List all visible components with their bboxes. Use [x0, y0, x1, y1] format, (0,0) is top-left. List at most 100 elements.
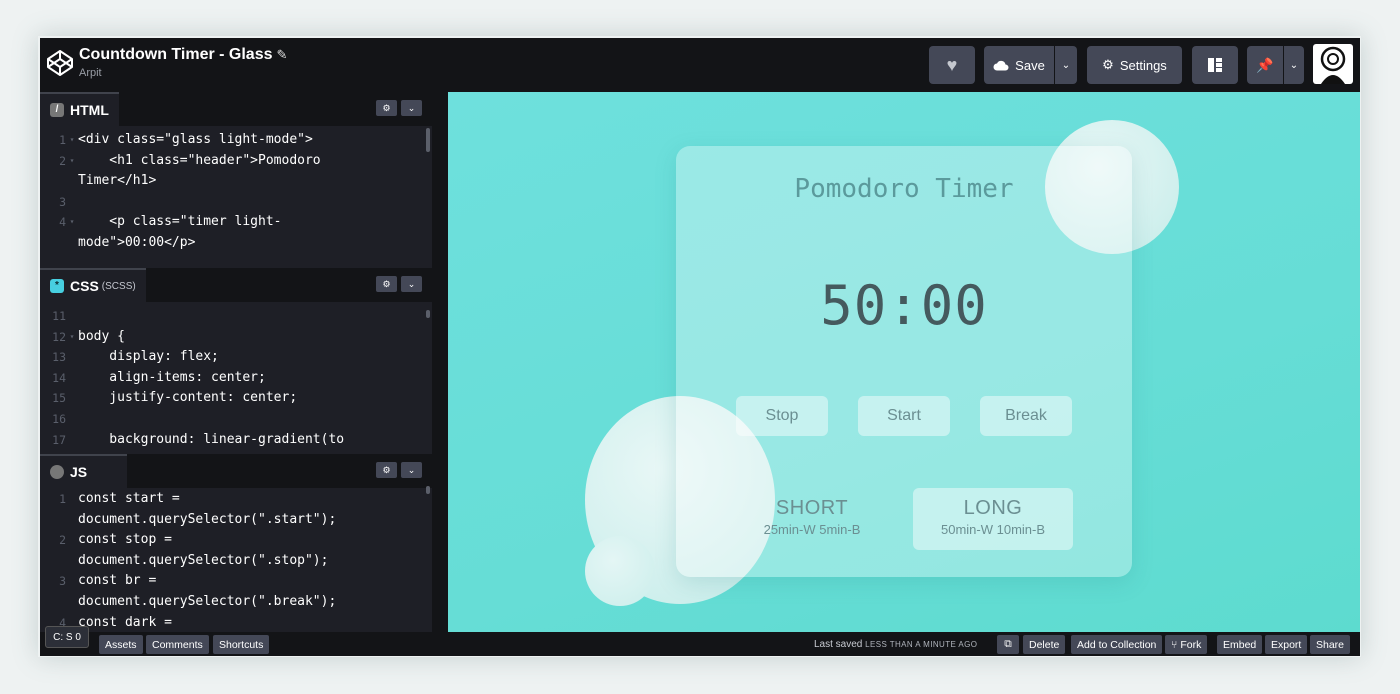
heart-button[interactable]: ♥ — [929, 46, 975, 84]
code-line: 4 ▾ <p class="timer light- — [40, 212, 432, 233]
preview-pane: Pomodoro Timer 50:00 Stop Start Break SH… — [448, 92, 1360, 632]
code-line: 2 const stop = — [40, 530, 432, 551]
gear-icon: ⚙ — [382, 464, 391, 475]
settings-button[interactable]: ⚙ Settings — [1087, 46, 1182, 84]
fold-arrow-icon — [68, 530, 76, 551]
code-line: mode">00:00</p> — [40, 233, 432, 254]
js-pane-header: JS ⚙ ⌄ — [40, 454, 440, 488]
line-number — [40, 233, 68, 254]
chevron-down-icon: ⌄ — [407, 464, 416, 475]
js-scrollbar[interactable] — [426, 486, 430, 494]
change-view-button[interactable] — [1192, 46, 1238, 84]
cloud-icon — [993, 60, 1009, 70]
top-bar: Countdown Timer - Glass ✎ Arpit ♥ Save ⌄ … — [40, 38, 1360, 92]
code-text: background: linear-gradient(to — [78, 431, 345, 447]
last-saved-status: Last saved LESS THAN A MINUTE AGO — [814, 639, 977, 650]
css-tab[interactable]: * CSS (SCSS) — [40, 268, 146, 302]
fold-arrow-icon[interactable]: ▾ — [68, 327, 76, 348]
css-scrollbar[interactable] — [426, 310, 430, 318]
line-number — [40, 510, 68, 531]
code-line: 11 — [40, 306, 432, 327]
chevron-down-icon: ⌄ — [407, 102, 416, 113]
fold-arrow-icon — [68, 192, 76, 213]
shortcuts-button[interactable]: Shortcuts — [213, 635, 270, 654]
console-button[interactable]: C: S 0 — [45, 626, 89, 648]
long-mode-label: LONG — [963, 497, 1023, 519]
embed-button[interactable]: Embed — [1217, 635, 1263, 654]
delete-button[interactable]: Delete — [1023, 635, 1066, 654]
assets-button[interactable]: Assets — [99, 635, 143, 654]
save-button[interactable]: Save — [984, 46, 1054, 84]
code-text: document.querySelector(".break"); — [78, 593, 337, 609]
break-button[interactable]: Break — [980, 396, 1072, 436]
js-tab[interactable]: JS — [40, 454, 128, 488]
line-number: 15 — [52, 391, 66, 406]
code-text: align-items: center; — [78, 369, 266, 385]
avatar-image — [1320, 46, 1346, 84]
css-code-editor[interactable]: 11 12 ▾ body { 13 display: flex; 14 align-ite… — [40, 306, 432, 454]
external-link-icon: ⧉ — [1004, 638, 1012, 650]
short-mode-detail: 25min-W 5min-B — [763, 522, 861, 537]
fold-arrow-icon — [68, 592, 76, 613]
html-collapse-button[interactable]: ⌄ — [401, 100, 422, 116]
save-options-button[interactable]: ⌄ — [1055, 46, 1077, 84]
code-line: 13 display: flex; — [40, 347, 432, 368]
edit-pencil-icon[interactable]: ✎ — [277, 47, 288, 62]
fold-arrow-icon — [68, 388, 76, 409]
css-collapse-button[interactable]: ⌄ — [401, 276, 422, 292]
js-code-editor[interactable]: 1 const start = document.querySelector(".s… — [40, 489, 432, 632]
start-button[interactable]: Start — [858, 396, 950, 436]
code-line: document.querySelector(".start"); — [40, 510, 432, 531]
code-text: body { — [78, 328, 125, 344]
line-number: 11 — [52, 309, 66, 323]
html-tab-label: HTML — [70, 102, 109, 118]
fork-button[interactable]: ⑂ Fork — [1165, 635, 1208, 654]
js-settings-button[interactable]: ⚙ — [376, 462, 397, 478]
html-icon: / — [50, 103, 64, 117]
export-button[interactable]: Export — [1265, 635, 1308, 654]
html-pane-header: / HTML ⚙ ⌄ — [40, 92, 440, 126]
css-settings-button[interactable]: ⚙ — [376, 276, 397, 292]
stop-button[interactable]: Stop — [736, 396, 828, 436]
line-number: 17 — [52, 432, 66, 447]
resize-gutter[interactable] — [432, 92, 448, 632]
code-line: 1 const start = — [40, 489, 432, 510]
code-line: 16 — [40, 409, 432, 430]
pin-options-button[interactable]: ⌄ — [1284, 46, 1304, 84]
short-mode-button[interactable]: SHORT 25min-W 5min-B — [732, 488, 892, 550]
pen-title[interactable]: Countdown Timer - Glass — [79, 46, 273, 63]
code-text: const br = — [78, 573, 157, 589]
pen-author[interactable]: Arpit — [79, 67, 287, 79]
chevron-down-icon: ⌄ — [1061, 59, 1071, 71]
pin-button[interactable]: 📌 — [1247, 46, 1283, 84]
add-to-collection-button[interactable]: Add to Collection — [1071, 635, 1163, 654]
open-external-button[interactable]: ⧉ — [997, 635, 1019, 654]
fold-arrow-icon[interactable]: ▾ — [68, 130, 76, 151]
line-number: 12 — [52, 329, 66, 344]
long-mode-button[interactable]: LONG 50min-W 10min-B — [913, 488, 1073, 550]
line-number: 3 — [59, 574, 66, 589]
html-tab[interactable]: / HTML — [40, 92, 119, 126]
line-number: 4 — [59, 215, 66, 230]
code-line: 17 background: linear-gradient(to — [40, 430, 432, 451]
html-code-editor[interactable]: 1 ▾ <div class="glass light-mode"> 2 ▾ <h1 c… — [40, 130, 432, 264]
code-text: mode">00:00</p> — [78, 234, 196, 250]
html-scrollbar[interactable] — [426, 128, 430, 152]
fold-arrow-icon — [68, 368, 76, 389]
fold-arrow-icon — [68, 347, 76, 368]
share-button[interactable]: Share — [1310, 635, 1351, 654]
pen-title-block: Countdown Timer - Glass ✎ Arpit — [79, 46, 287, 79]
codepen-logo-icon[interactable] — [46, 49, 74, 77]
fold-arrow-icon[interactable]: ▾ — [68, 212, 76, 233]
code-line: 3 — [40, 192, 432, 213]
short-mode-label: SHORT — [775, 497, 849, 519]
comments-button[interactable]: Comments — [146, 635, 209, 654]
js-collapse-button[interactable]: ⌄ — [401, 462, 422, 478]
fold-arrow-icon — [68, 430, 76, 451]
fold-arrow-icon[interactable]: ▾ — [68, 151, 76, 172]
user-avatar[interactable] — [1313, 44, 1353, 84]
code-text: const stop = — [78, 532, 172, 548]
html-settings-button[interactable]: ⚙ — [376, 100, 397, 116]
line-number: 14 — [52, 370, 66, 385]
